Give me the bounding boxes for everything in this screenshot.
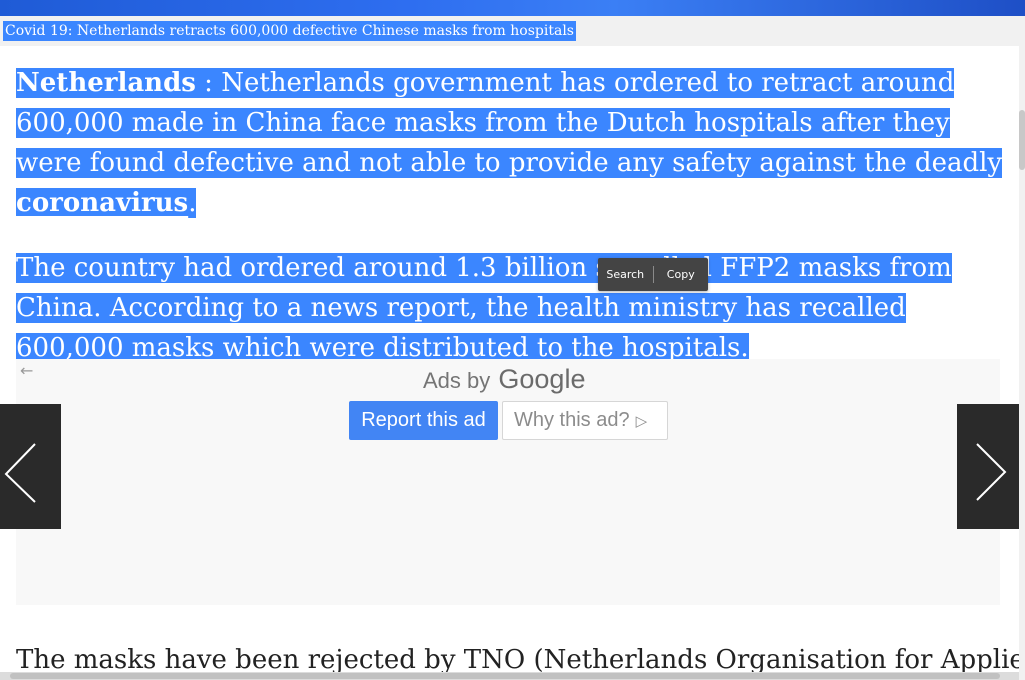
- arrow-left-icon[interactable]: ←: [20, 361, 33, 380]
- article-body: Netherlands : Netherlands government has…: [16, 63, 1006, 368]
- horizontal-scrollbar-thumb[interactable]: [10, 673, 1000, 679]
- report-ad-button[interactable]: Report this ad: [349, 401, 498, 440]
- ads-by-label: Ads by: [423, 368, 491, 393]
- next-article-button[interactable]: [957, 404, 1019, 529]
- selection-toolbar: Search Copy: [598, 258, 708, 291]
- copy-selection-button[interactable]: Copy: [654, 268, 709, 281]
- coronavirus-link[interactable]: coronavirus: [16, 188, 188, 218]
- google-logo: Google: [498, 364, 586, 394]
- ad-choices-icon: ▷: [635, 413, 648, 430]
- ads-by-google: Ads by Google: [423, 364, 585, 395]
- chevron-left-icon: [4, 443, 36, 503]
- vertical-scrollbar-thumb[interactable]: [1019, 110, 1025, 170]
- article-paragraph-2: The country had ordered around 1.3 billi…: [16, 248, 1006, 368]
- why-this-ad-button[interactable]: Why this ad? ▷: [502, 401, 668, 440]
- chevron-right-icon: [976, 443, 1007, 501]
- top-banner: [0, 0, 1025, 16]
- previous-article-button[interactable]: [0, 404, 61, 529]
- search-selection-button[interactable]: Search: [598, 268, 653, 281]
- image-caption: Covid 19: Netherlands retracts 600,000 d…: [3, 21, 576, 41]
- lead-word: Netherlands: [16, 68, 196, 98]
- paragraph-2-text: The country had ordered around 1.3 billi…: [16, 253, 952, 363]
- article-paragraph-1: Netherlands : Netherlands government has…: [16, 63, 1006, 223]
- why-this-ad-label: Why this ad?: [514, 409, 630, 431]
- paragraph-1-end: .: [188, 188, 197, 218]
- ad-container: ← Ads by Google Report this ad Why this …: [16, 359, 1000, 605]
